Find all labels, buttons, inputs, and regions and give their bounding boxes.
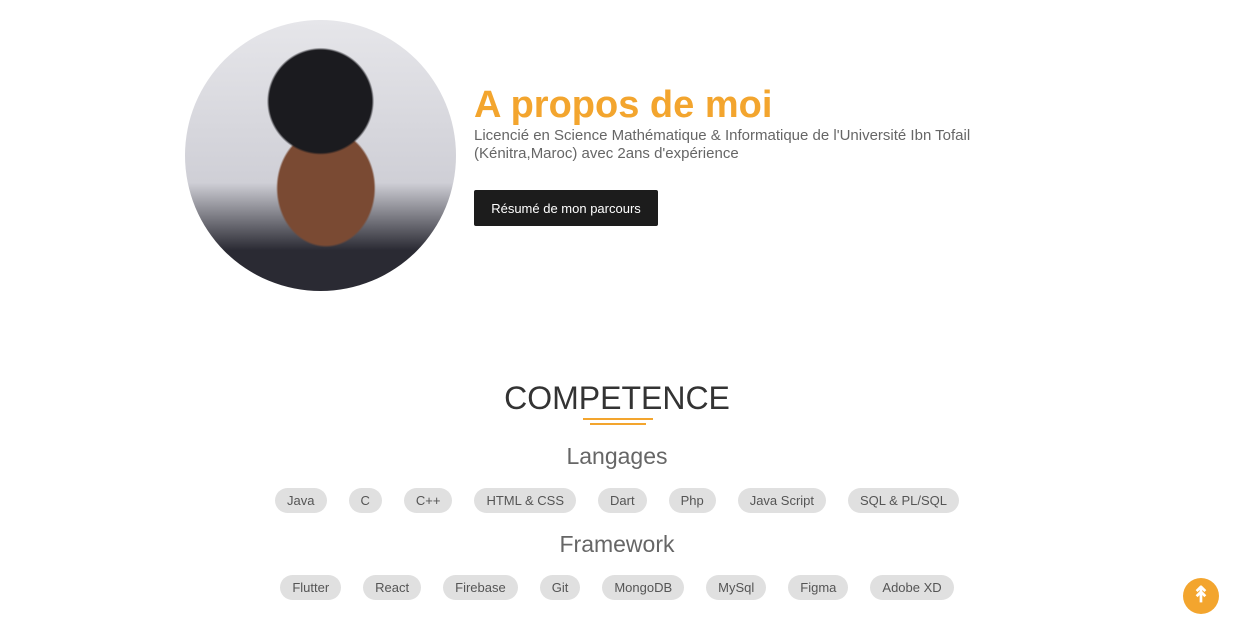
about-description: Licencié en Science Mathématique & Infor… bbox=[474, 127, 971, 162]
languages-title: Langages bbox=[566, 443, 668, 469]
title-underline bbox=[583, 418, 653, 420]
skill-chip: Git bbox=[539, 575, 581, 600]
skill-chip: React bbox=[363, 575, 422, 600]
skill-chip: Php bbox=[668, 488, 716, 513]
skill-chip: C bbox=[348, 488, 382, 513]
competence-title: COMPETENCE bbox=[504, 380, 730, 416]
skill-chip: MySql bbox=[706, 575, 767, 600]
skill-chip: MongoDB bbox=[602, 575, 685, 600]
skill-chip: Firebase bbox=[443, 575, 518, 600]
skill-chip: Java bbox=[275, 488, 327, 513]
double-chevron-up-icon: ↟ bbox=[1191, 582, 1211, 607]
profile-photo bbox=[185, 20, 456, 291]
skill-chip: HTML & CSS bbox=[474, 488, 576, 513]
skill-chip: Adobe XD bbox=[870, 575, 954, 600]
scroll-top-button[interactable]: ↟ bbox=[1183, 578, 1219, 614]
skill-chip: Dart bbox=[598, 488, 647, 513]
frameworks-title: Framework bbox=[559, 531, 675, 557]
about-title: A propos de moi bbox=[474, 84, 773, 126]
skill-chip: C++ bbox=[403, 488, 453, 513]
skill-chip: Java Script bbox=[737, 488, 827, 513]
skill-chip: SQL & PL/SQL bbox=[848, 488, 959, 513]
frameworks-list: Flutter React Firebase Git MongoDB MySql Figma… bbox=[0, 575, 1234, 600]
skill-chip: Figma bbox=[788, 575, 849, 600]
languages-list: Java C C++ HTML & CSS Dart Php Java Script SQL … bbox=[0, 488, 1234, 513]
resume-button[interactable]: Résumé de mon parcours bbox=[474, 190, 658, 226]
skill-chip: Flutter bbox=[280, 575, 342, 600]
title-underline-2 bbox=[590, 423, 646, 425]
